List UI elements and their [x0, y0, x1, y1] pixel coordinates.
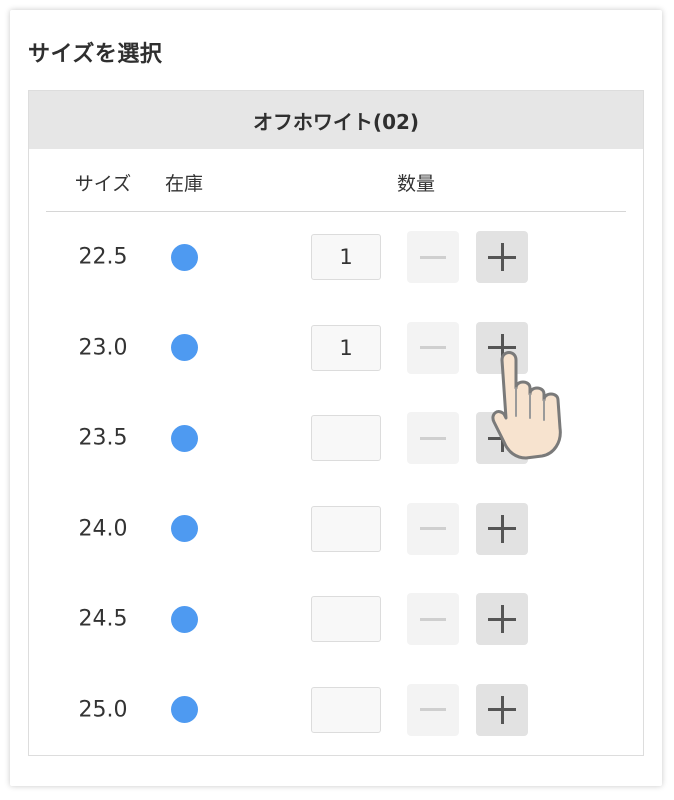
stock-indicator-icon: [170, 243, 198, 271]
increment-button[interactable]: [476, 412, 528, 465]
size-label: 22.5: [78, 244, 128, 270]
size-label: 24.0: [78, 516, 128, 542]
decrement-button[interactable]: [407, 683, 459, 736]
table-column-headers: サイズ 在庫 数量: [46, 149, 626, 212]
decrement-button[interactable]: [407, 231, 459, 284]
stock-indicator-icon: [170, 334, 198, 362]
table-row: 23.0: [29, 303, 643, 394]
quantity-input[interactable]: [311, 505, 381, 552]
decrement-button[interactable]: [407, 412, 459, 465]
size-label: 25.0: [78, 697, 128, 723]
quantity-input[interactable]: [311, 686, 381, 733]
table-row: 24.0: [29, 484, 643, 575]
quantity-input[interactable]: [311, 234, 381, 281]
table-row: 25.0: [29, 665, 643, 756]
quantity-input[interactable]: [311, 324, 381, 371]
stock-indicator-icon: [170, 696, 198, 724]
size-table: オフホワイト(02) サイズ 在庫 数量 22.5 23.0 23.5: [28, 90, 644, 756]
page-title: サイズを選択: [28, 42, 163, 67]
increment-button[interactable]: [476, 593, 528, 646]
color-variant-header: オフホワイト(02): [29, 91, 643, 149]
quantity-input[interactable]: [311, 596, 381, 643]
column-header-stock: 在庫: [164, 173, 204, 195]
table-row: 24.5: [29, 574, 643, 665]
size-label: 24.5: [78, 606, 128, 632]
size-label: 23.0: [78, 335, 128, 361]
quantity-input[interactable]: [311, 415, 381, 462]
stock-indicator-icon: [170, 605, 198, 633]
table-row: 23.5: [29, 393, 643, 484]
stock-indicator-icon: [170, 515, 198, 543]
decrement-button[interactable]: [407, 593, 459, 646]
stock-indicator-icon: [170, 424, 198, 452]
decrement-button[interactable]: [407, 321, 459, 374]
column-header-quantity: 数量: [396, 173, 436, 195]
increment-button[interactable]: [476, 502, 528, 555]
column-header-size: サイズ: [74, 173, 132, 195]
size-selector-card: サイズを選択 オフホワイト(02) サイズ 在庫 数量 22.5 23.0 23…: [10, 10, 662, 786]
increment-button[interactable]: [476, 321, 528, 374]
decrement-button[interactable]: [407, 502, 459, 555]
increment-button[interactable]: [476, 231, 528, 284]
size-label: 23.5: [78, 425, 128, 451]
table-row: 22.5: [29, 212, 643, 303]
increment-button[interactable]: [476, 683, 528, 736]
